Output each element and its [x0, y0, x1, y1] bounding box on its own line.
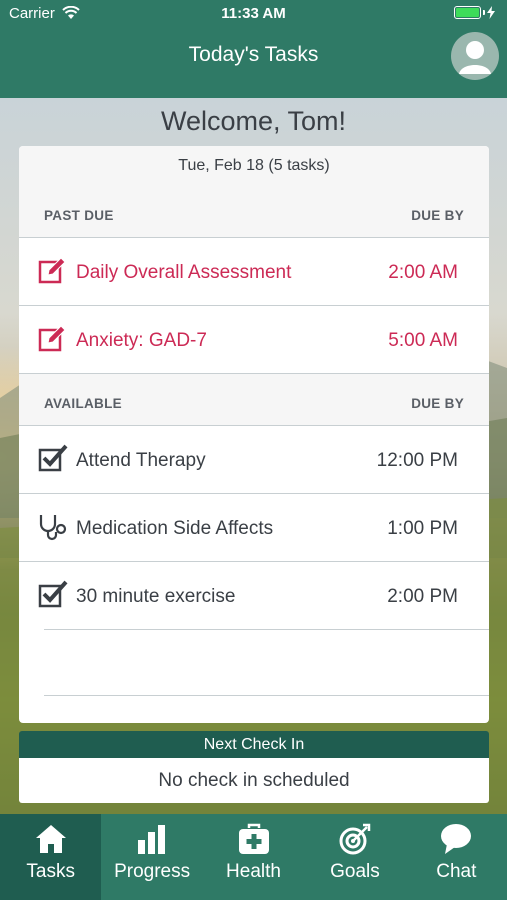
task-row[interactable]: Daily Overall Assessment 2:00 AM [19, 238, 489, 306]
due-by-label: DUE BY [411, 396, 464, 411]
divider [44, 695, 489, 696]
task-name: Medication Side Affects [76, 518, 274, 539]
next-check-in-title: Next Check In [19, 731, 489, 758]
medical-kit-icon [237, 822, 271, 856]
available-label: AVAILABLE [44, 396, 122, 411]
clock: 11:33 AM [221, 5, 286, 22]
navigation-bar: Today's Tasks [0, 28, 507, 98]
task-due-time: 2:00 AM [388, 262, 458, 283]
tab-label: Progress [114, 861, 191, 882]
task-name: 30 minute exercise [76, 586, 236, 607]
tab-label: Goals [330, 861, 380, 882]
tab-label: Tasks [26, 861, 75, 882]
page-title: Today's Tasks [188, 43, 319, 66]
task-due-time: 12:00 PM [376, 450, 458, 471]
task-name: Anxiety: GAD-7 [76, 330, 207, 351]
edit-icon [38, 324, 68, 354]
checkbox-icon [38, 444, 68, 474]
chat-bubble-icon [439, 822, 473, 856]
past-due-label: PAST DUE [44, 208, 114, 223]
tab-chat[interactable]: Chat [406, 814, 507, 900]
battery-icon [454, 6, 495, 19]
tab-progress[interactable]: Progress [101, 814, 202, 900]
tab-health[interactable]: Health [203, 814, 304, 900]
due-by-label: DUE BY [411, 208, 464, 223]
date-summary: Tue, Feb 18 (5 tasks) [19, 146, 489, 186]
task-name: Attend Therapy [76, 450, 206, 471]
task-due-time: 5:00 AM [388, 330, 458, 351]
user-icon [459, 41, 491, 74]
task-row[interactable]: Attend Therapy 12:00 PM [19, 426, 489, 494]
tab-label: Chat [436, 861, 477, 882]
target-icon [338, 822, 372, 856]
status-bar: Carrier 11:33 AM [0, 0, 507, 28]
tab-label: Health [226, 861, 281, 882]
task-due-time: 2:00 PM [387, 586, 458, 607]
check-in-message: No check in scheduled [19, 758, 489, 803]
past-due-header: PAST DUE DUE BY [19, 186, 489, 238]
tab-bar: Tasks Progress Health Goals Chat [0, 814, 507, 900]
profile-avatar-button[interactable] [451, 32, 499, 80]
available-header: AVAILABLE DUE BY [19, 374, 489, 426]
stethoscope-icon [38, 512, 68, 542]
tab-goals[interactable]: Goals [304, 814, 405, 900]
task-due-time: 1:00 PM [387, 518, 458, 539]
task-row[interactable]: Medication Side Affects 1:00 PM [19, 494, 489, 562]
task-row[interactable]: 30 minute exercise 2:00 PM [38, 562, 489, 630]
welcome-message: Welcome, Tom! [160, 106, 347, 136]
edit-icon [38, 256, 68, 286]
bar-chart-icon [135, 822, 169, 856]
task-name: Daily Overall Assessment [76, 262, 292, 283]
checkbox-icon [38, 580, 68, 610]
task-card: Tue, Feb 18 (5 tasks) PAST DUE DUE BY Da… [19, 146, 489, 723]
next-check-in-panel: Next Check In No check in scheduled [19, 731, 489, 803]
tab-tasks[interactable]: Tasks [0, 814, 102, 900]
home-icon [34, 822, 68, 856]
task-row[interactable]: Anxiety: GAD-7 5:00 AM [19, 306, 489, 374]
